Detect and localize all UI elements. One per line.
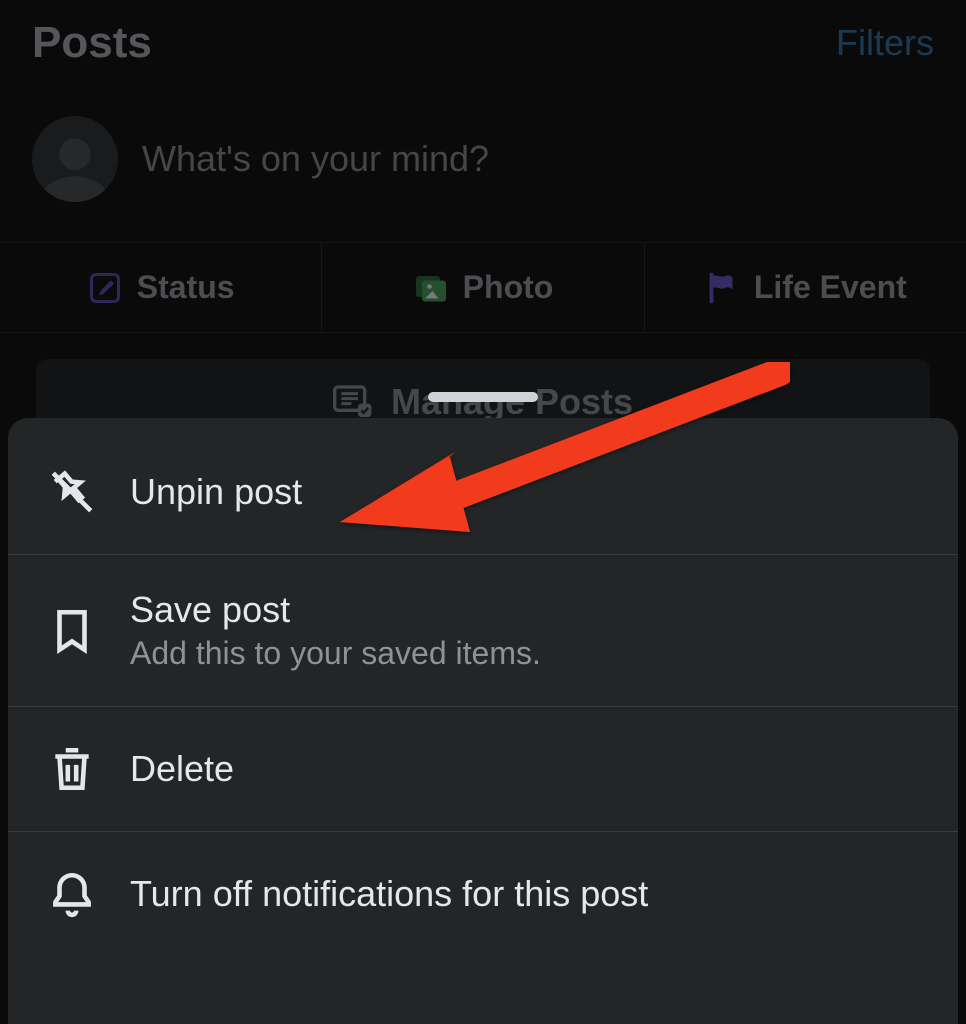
photo-icon <box>413 270 449 306</box>
save-post-label: Save post <box>130 589 541 631</box>
photo-label: Photo <box>463 269 554 306</box>
delete-item[interactable]: Delete <box>8 707 958 832</box>
bookmark-icon <box>44 603 100 659</box>
notifications-off-label: Turn off notifications for this post <box>130 873 648 915</box>
avatar[interactable] <box>32 116 118 202</box>
status-label: Status <box>137 269 235 306</box>
unpin-post-label: Unpin post <box>130 471 302 513</box>
manage-icon <box>333 385 373 419</box>
life-event-label: Life Event <box>754 269 907 306</box>
avatar-placeholder-icon <box>37 132 113 202</box>
delete-label: Delete <box>130 748 234 790</box>
bell-icon <box>44 866 100 922</box>
composer-prompt: What's on your mind? <box>142 138 489 180</box>
save-post-item[interactable]: Save post Add this to your saved items. <box>8 555 958 707</box>
action-sheet: Unpin post Save post Add this to your sa… <box>8 418 958 1024</box>
photo-button[interactable]: Photo <box>322 243 644 332</box>
trash-icon <box>44 741 100 797</box>
unpin-post-item[interactable]: Unpin post <box>8 418 958 555</box>
manage-posts-label: Manage Posts <box>391 381 633 423</box>
notifications-off-item[interactable]: Turn off notifications for this post <box>8 832 958 956</box>
save-post-subtitle: Add this to your saved items. <box>130 635 541 672</box>
composer-row[interactable]: What's on your mind? <box>0 86 966 242</box>
flag-icon <box>704 270 740 306</box>
status-button[interactable]: Status <box>0 243 322 332</box>
edit-icon <box>87 270 123 306</box>
filters-link[interactable]: Filters <box>836 22 934 64</box>
composer-actions: Status Photo Life Event <box>0 242 966 333</box>
unpin-icon <box>44 464 100 520</box>
header-bar: Posts Filters <box>0 0 966 86</box>
life-event-button[interactable]: Life Event <box>645 243 966 332</box>
page-title: Posts <box>32 18 152 68</box>
